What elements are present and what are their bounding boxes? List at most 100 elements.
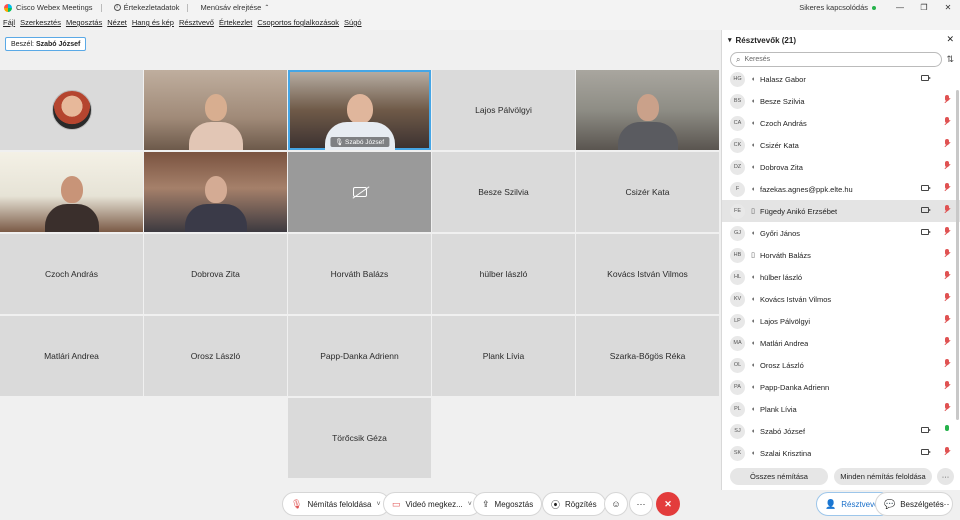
video-tile-active-speaker[interactable]: 🎙 Szabó József bbox=[288, 70, 431, 150]
close-icon[interactable]: ✕ bbox=[946, 34, 954, 45]
chevron-down-icon[interactable]: ˅ bbox=[376, 501, 380, 508]
video-tile[interactable] bbox=[288, 152, 431, 232]
menu-audio-video[interactable]: Hang és kép bbox=[132, 18, 174, 27]
mic-muted-icon[interactable] bbox=[945, 337, 949, 346]
video-tile[interactable]: Plank Lívia bbox=[432, 316, 575, 396]
participant-row[interactable]: GJ ◖ Győri János bbox=[722, 222, 960, 244]
participant-row[interactable]: SJ ◖ Szabó József bbox=[722, 420, 960, 442]
participant-row[interactable]: CK ◖ Csizér Kata bbox=[722, 134, 960, 156]
participant-row[interactable]: HL ◖ hülber lászló bbox=[722, 266, 960, 288]
mic-muted-icon[interactable] bbox=[945, 95, 949, 104]
video-tile[interactable]: Kovács István Vilmos bbox=[576, 234, 719, 314]
hide-menu-button[interactable]: Menüsáv elrejtése ⌃ bbox=[200, 3, 269, 12]
participant-row[interactable]: FE ▯ Fügedy Anikó Erzsébet bbox=[722, 200, 960, 222]
tile-name: Matlári Andrea bbox=[44, 351, 99, 361]
mic-muted-icon[interactable] bbox=[945, 161, 949, 170]
video-tile[interactable] bbox=[0, 152, 143, 232]
mic-muted-icon[interactable] bbox=[945, 227, 949, 236]
chevron-down-icon[interactable]: ˅ bbox=[468, 501, 472, 508]
minimize-button[interactable]: — bbox=[888, 3, 912, 12]
mute-all-button[interactable]: Összes némítása bbox=[730, 468, 828, 485]
menu-share[interactable]: Megosztás bbox=[66, 18, 102, 27]
title-bar-right: Sikeres kapcsolódás — ❐ ✕ bbox=[799, 0, 960, 15]
participant-body bbox=[44, 204, 99, 232]
meeting-info-button[interactable]: i Értekezletadatok bbox=[113, 3, 179, 12]
participant-row[interactable]: DZ ◖ Dobrova Zita bbox=[722, 156, 960, 178]
close-window-button[interactable]: ✕ bbox=[936, 3, 960, 12]
mic-muted-icon[interactable] bbox=[945, 249, 949, 258]
participant-row[interactable]: CA ◖ Czoch András bbox=[722, 112, 960, 134]
mic-muted-icon[interactable] bbox=[945, 315, 949, 324]
mic-muted-icon[interactable] bbox=[945, 447, 949, 456]
participant-row[interactable]: PA ◖ Papp-Danka Adrienn bbox=[722, 376, 960, 398]
mic-muted-icon[interactable] bbox=[945, 271, 949, 280]
mic-muted-icon[interactable] bbox=[945, 205, 949, 214]
participant-row[interactable]: PL ◖ Plank Lívia bbox=[722, 398, 960, 420]
menu-breakout[interactable]: Csoportos foglalkozások bbox=[257, 18, 339, 27]
mic-muted-icon[interactable] bbox=[945, 139, 949, 148]
mic-muted-icon[interactable] bbox=[945, 183, 949, 192]
avatar: PA bbox=[730, 379, 745, 395]
unmute-button[interactable]: 🎙 Némítás feloldása ˅ bbox=[282, 492, 390, 516]
menu-participant[interactable]: Résztvevő bbox=[179, 18, 214, 27]
video-tile[interactable]: Lajos Pálvölgyi bbox=[432, 70, 575, 150]
participant-row[interactable]: MA ◖ Matlári Andrea bbox=[722, 332, 960, 354]
participant-row[interactable]: F ◖ fazekas.agnes@ppk.elte.hu bbox=[722, 178, 960, 200]
avatar: HL bbox=[730, 269, 745, 285]
video-tile[interactable] bbox=[144, 70, 287, 150]
mic-muted-icon[interactable] bbox=[945, 293, 949, 302]
more-options-button[interactable]: ··· bbox=[933, 492, 957, 516]
participant-name: Halasz Gabor bbox=[760, 74, 806, 84]
chevron-down-icon[interactable]: ▾ bbox=[728, 36, 732, 44]
end-meeting-button[interactable]: ✕ bbox=[656, 492, 680, 516]
participant-head bbox=[636, 94, 659, 121]
participant-row[interactable]: HB ▯ Horváth Balázs bbox=[722, 244, 960, 266]
mic-icon[interactable] bbox=[945, 425, 949, 434]
participant-row[interactable]: HG ◖ Halasz Gabor bbox=[722, 68, 960, 90]
tile-name: Lajos Pálvölgyi bbox=[475, 105, 532, 115]
video-tile[interactable]: Czoch András bbox=[0, 234, 143, 314]
video-tile[interactable] bbox=[144, 152, 287, 232]
video-tile[interactable]: Papp-Danka Adrienn bbox=[288, 316, 431, 396]
video-tile[interactable]: Dobrova Zita bbox=[144, 234, 287, 314]
more-options-button[interactable]: ··· bbox=[937, 468, 954, 485]
menu-help[interactable]: Súgó bbox=[344, 18, 362, 27]
more-icon: ··· bbox=[940, 499, 950, 509]
mic-muted-icon[interactable] bbox=[945, 381, 949, 390]
reactions-button[interactable]: ☺ bbox=[604, 492, 628, 516]
video-tile[interactable]: hülber lászló bbox=[432, 234, 575, 314]
participant-row[interactable]: BS ◖ Besze Szilvia bbox=[722, 90, 960, 112]
video-tile[interactable]: Törőcsik Géza bbox=[288, 398, 431, 478]
maximize-button[interactable]: ❐ bbox=[912, 3, 936, 12]
participant-row[interactable]: LP ◖ Lajos Pálvölgyi bbox=[722, 310, 960, 332]
mic-muted-icon[interactable] bbox=[945, 403, 949, 412]
video-tile[interactable] bbox=[576, 70, 719, 150]
mic-muted-icon[interactable] bbox=[945, 359, 949, 368]
record-button[interactable]: ⦿ Rögzítés bbox=[542, 492, 606, 516]
search-field[interactable]: ⌕ Keresés bbox=[730, 52, 942, 67]
participant-row[interactable]: OL ◖ Orosz László bbox=[722, 354, 960, 376]
title-bar: Cisco Webex Meetings i Értekezletadatok … bbox=[0, 0, 960, 15]
menu-meeting[interactable]: Értekezlet bbox=[219, 18, 252, 27]
mic-muted-icon[interactable] bbox=[945, 117, 949, 126]
menu-file[interactable]: Fájl bbox=[3, 18, 15, 27]
participant-row[interactable]: KV ◖ Kovács István Vilmos bbox=[722, 288, 960, 310]
video-tile[interactable]: Matlári Andrea bbox=[0, 316, 143, 396]
menu-edit[interactable]: Szerkesztés bbox=[20, 18, 61, 27]
webex-logo-icon bbox=[4, 3, 12, 12]
menu-view[interactable]: Nézet bbox=[107, 18, 127, 27]
video-tile[interactable]: Szarka-Bőgös Réka bbox=[576, 316, 719, 396]
video-tile[interactable] bbox=[0, 70, 143, 150]
scrollbar[interactable] bbox=[956, 90, 959, 420]
tile-name: Besze Szilvia bbox=[478, 187, 529, 197]
share-button[interactable]: ⇪ Megosztás bbox=[473, 492, 543, 516]
video-tile[interactable]: Besze Szilvia bbox=[432, 152, 575, 232]
participant-row[interactable]: SK ◖ Szalai Krisztina bbox=[722, 442, 960, 464]
video-tile[interactable]: Horváth Balázs bbox=[288, 234, 431, 314]
more-options-button[interactable]: ··· bbox=[629, 492, 653, 516]
start-video-button[interactable]: ▭ Videó megkez... ˅ bbox=[383, 492, 481, 516]
unmute-all-button[interactable]: Minden némítás feloldása bbox=[834, 468, 932, 485]
video-tile[interactable]: Csizér Kata bbox=[576, 152, 719, 232]
video-tile[interactable]: Orosz László bbox=[144, 316, 287, 396]
sort-icon[interactable]: ⇅ bbox=[946, 54, 954, 65]
